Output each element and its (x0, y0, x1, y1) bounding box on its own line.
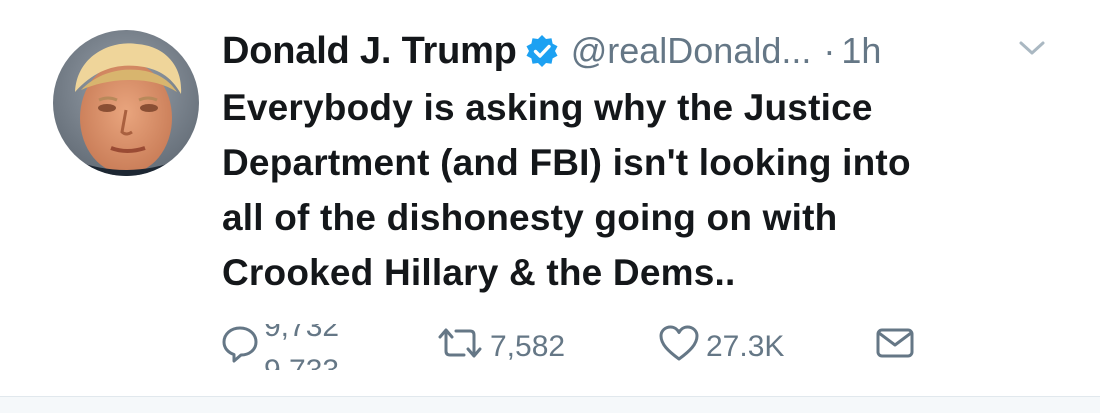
envelope-icon (874, 323, 916, 371)
direct-message-button[interactable] (874, 322, 916, 372)
like-button[interactable]: 27.3K (658, 322, 784, 372)
reply-count-outgoing: 9,732 (264, 324, 340, 343)
tweet-header: Donald J. Trump @realDonald... · 1h (222, 26, 881, 76)
tweet-text: Everybody is asking why the Justice Depa… (222, 80, 1082, 300)
reply-icon (220, 323, 260, 371)
heart-icon (658, 323, 700, 371)
avatar-image (53, 30, 199, 176)
tweet-card[interactable]: Donald J. Trump @realDonald... · 1h Ever… (0, 0, 1100, 396)
avatar[interactable] (53, 30, 199, 176)
tweet-text-line: Department (and FBI) isn't looking into (222, 142, 911, 183)
author-name[interactable]: Donald J. Trump (222, 30, 517, 73)
tweet-text-line: all of the dishonesty going on with (222, 197, 838, 238)
header-separator: · (823, 30, 836, 71)
timeline-background (0, 397, 1100, 413)
reply-count: 9,732 9,733 (264, 324, 374, 370)
reply-count-incoming: 9,733 (264, 354, 339, 370)
tweet-text-line: Everybody is asking why the Justice (222, 87, 873, 128)
author-handle[interactable]: @realDonald... (571, 30, 812, 72)
retweet-button[interactable]: 7,582 (436, 322, 565, 372)
like-count: 27.3K (706, 330, 785, 363)
verified-badge-icon (525, 34, 559, 68)
tweet-actions: 9,732 9,733 7,582 27.3K (0, 322, 1100, 372)
chevron-down-icon[interactable] (1018, 38, 1046, 58)
tweet-text-line: Crooked Hillary & the Dems.. (222, 252, 736, 293)
retweet-count: 7,582 (490, 330, 566, 363)
retweet-icon (436, 323, 484, 371)
tweet-timestamp[interactable]: 1h (841, 30, 881, 72)
reply-button[interactable]: 9,732 9,733 (220, 322, 374, 372)
